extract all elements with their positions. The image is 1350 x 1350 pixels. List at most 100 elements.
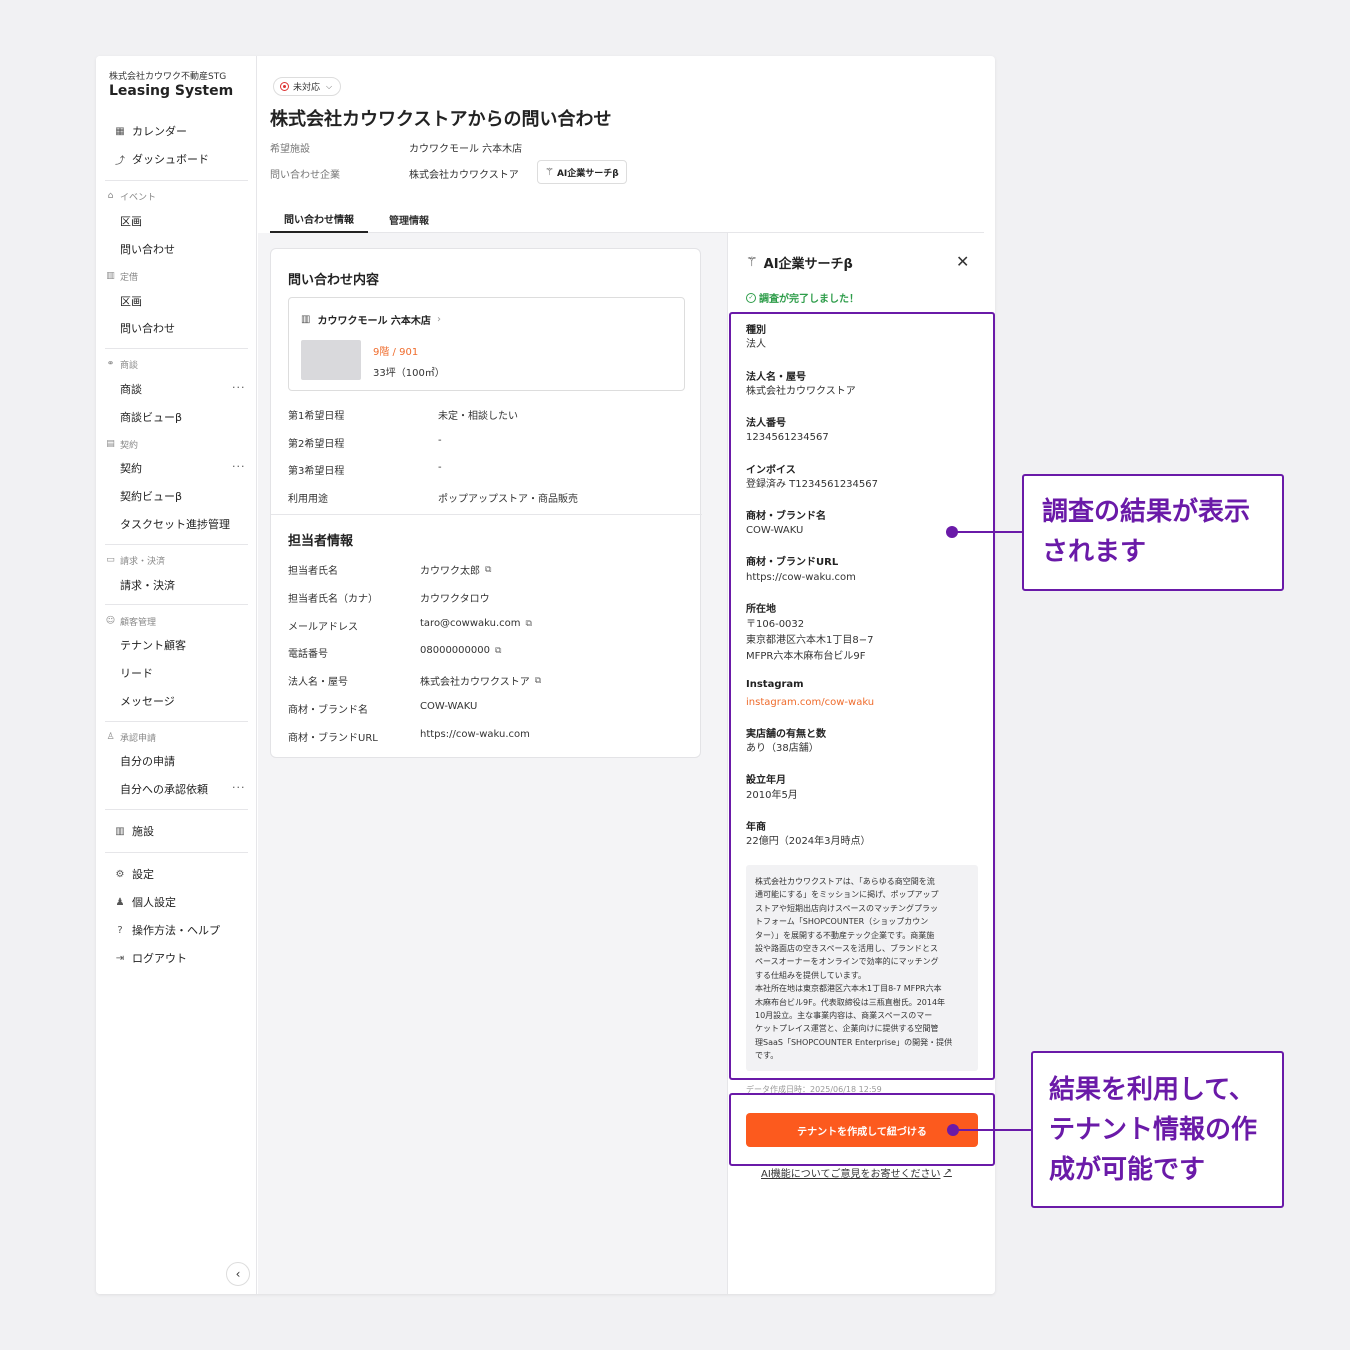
sidebar-item-calendar[interactable]: ▦ カレンダー [114, 120, 187, 142]
property-link[interactable]: ▥ カウワクモール 六本木店 › [301, 312, 441, 327]
sidebar-item-contract-view[interactable]: 契約ビューβ [120, 485, 182, 507]
sidebar-item-fixed-section[interactable]: 区画 [120, 290, 142, 312]
row-value: https://cow-waku.com [420, 729, 530, 740]
sidebar-item-message[interactable]: メッセージ [120, 690, 175, 712]
sidebar-item-facility[interactable]: ▥ 施設 [114, 820, 154, 842]
tab-inquiry-info[interactable]: 問い合わせ情報 [270, 206, 368, 233]
more-icon[interactable]: ··· [232, 381, 246, 394]
property-floor: 9階 / 901 [373, 347, 419, 358]
copy-icon[interactable]: ⧉ [495, 646, 501, 656]
magic-wand-icon: ⚚ [545, 166, 554, 178]
sidebar-item-logout[interactable]: ⇥ ログアウト [114, 947, 187, 969]
divider [105, 180, 248, 181]
row-value: 株式会社カウワクストア ⧉ [420, 675, 542, 689]
copy-icon[interactable]: ⧉ [535, 676, 541, 686]
inquiry-card: 問い合わせ内容 ▥ カウワクモール 六本木店 › 9階 / 901 33坪（10… [270, 248, 702, 758]
sidebar-item-event-section[interactable]: 区画 [120, 210, 142, 232]
section-customer: ☺ 顧客管理 [105, 616, 157, 628]
row-label: 商材・ブランド名 [288, 705, 368, 716]
row-value: - [438, 435, 442, 446]
sidebar-item-label: 操作方法・ヘルプ [132, 924, 220, 937]
feedback-link[interactable]: AI機能についてご意見をお寄せください ↗ [761, 1165, 952, 1180]
help-icon: ? [117, 924, 123, 936]
connector-line [953, 1129, 1031, 1131]
external-link-icon: ↗ [943, 1167, 952, 1178]
sidebar-item-lead[interactable]: リード [120, 662, 153, 684]
gear-icon: ⚙ [115, 868, 125, 880]
row-value: カウワク太郎 ⧉ [420, 564, 492, 578]
sidebar-item-contract[interactable]: 契約 [120, 457, 142, 479]
section-billing: ▭ 請求・決済 [106, 555, 166, 567]
sidebar-item-billing[interactable]: 請求・決済 [120, 574, 175, 596]
sidebar-item-label: カレンダー [132, 125, 187, 138]
sidebar-item-settings[interactable]: ⚙ 設定 [114, 863, 154, 885]
sidebar-item-deal-view[interactable]: 商談ビューβ [120, 406, 182, 428]
row-label: メールアドレス [288, 622, 358, 633]
calendar-icon: ▦ [115, 125, 125, 137]
facility-label: 希望施設 [270, 144, 310, 155]
stamp-icon: ♙ [106, 732, 115, 742]
row-value: taro@cowwaku.com ⧉ [420, 618, 532, 629]
sidebar-item-tenant[interactable]: テナント顧客 [120, 634, 186, 656]
sidebar-item-fixed-inquiry[interactable]: 問い合わせ [120, 317, 175, 339]
copy-icon[interactable]: ⧉ [485, 565, 491, 575]
divider [105, 721, 248, 722]
sidebar-item-label: 設定 [132, 868, 154, 881]
chevron-down-icon: ⌵ [326, 81, 333, 91]
card-icon: ▭ [106, 555, 115, 565]
collapse-sidebar-button[interactable]: ‹ [226, 1262, 250, 1286]
divider [271, 514, 702, 515]
chart-icon: ⤴ [115, 155, 125, 167]
tab-bar: 問い合わせ情報 管理情報 [270, 206, 984, 233]
row-value: 08000000000 ⧉ [420, 645, 502, 656]
divider [105, 604, 248, 605]
section-fixed: ▥ 定借 [106, 271, 139, 283]
section-approval: ♙ 承認申請 [106, 732, 157, 744]
ai-search-button[interactable]: ⚚ AI企業サーチβ [537, 160, 627, 184]
more-icon[interactable]: ··· [232, 781, 246, 794]
close-icon[interactable]: ✕ [956, 252, 969, 271]
copy-icon[interactable]: ⧉ [526, 619, 532, 629]
sidebar-item-deal[interactable]: 商談 [120, 378, 142, 400]
sidebar-item-dashboard[interactable]: ⤴ ダッシュボード [114, 148, 209, 170]
company-label: 問い合わせ企業 [270, 170, 340, 181]
facility-value: カウワクモール 六本木店 [409, 144, 523, 155]
callout-create-tenant: 結果を利用して、 テナント情報の作 成が可能です [1031, 1051, 1284, 1208]
inquiry-heading: 問い合わせ内容 [288, 273, 380, 288]
divider [105, 348, 248, 349]
sidebar-item-my-request[interactable]: 自分の申請 [120, 750, 175, 772]
row-label: 第2希望日程 [288, 439, 345, 450]
user-icon: ♟ [115, 896, 125, 908]
property-size: 33坪（100㎡） [373, 368, 445, 379]
connector-dot [947, 1124, 959, 1136]
sidebar-item-label: ログアウト [132, 952, 187, 965]
sidebar-item-approval-to-me[interactable]: 自分への承認依頼 [120, 778, 208, 800]
tab-management-info[interactable]: 管理情報 [378, 206, 440, 233]
row-value: COW-WAKU [420, 701, 478, 712]
sidebar-item-label: 施設 [132, 825, 154, 838]
sidebar-item-help[interactable]: ? 操作方法・ヘルプ [114, 919, 220, 941]
sidebar-item-event-inquiry[interactable]: 問い合わせ [120, 238, 175, 260]
row-label: 利用用途 [288, 494, 328, 505]
org-name: 株式会社カウワク不動産STG [109, 72, 227, 82]
handshake-icon: ⚭ [106, 359, 115, 369]
page-title: 株式会社カウワクストアからの問い合わせ [270, 109, 612, 130]
row-label: 第1希望日程 [288, 411, 345, 422]
row-label: 法人名・屋号 [288, 677, 348, 688]
chevron-left-icon: ‹ [235, 1267, 241, 1281]
magic-wand-icon: ⚚ [746, 255, 758, 270]
property-thumbnail [301, 340, 361, 380]
sidebar-item-personal[interactable]: ♟ 個人設定 [114, 891, 176, 913]
row-label: 電話番号 [288, 649, 328, 660]
more-icon[interactable]: ··· [232, 460, 246, 473]
row-label: 担当者氏名 [288, 566, 338, 577]
connector-dot [946, 526, 958, 538]
sidebar-item-label: ダッシュボード [132, 153, 209, 166]
company-value: 株式会社カウワクストア [409, 170, 519, 181]
results-highlight [729, 312, 995, 1080]
building-icon: ▥ [115, 825, 125, 837]
row-label: 商材・ブランドURL [288, 733, 378, 744]
row-label: 担当者氏名（カナ） [288, 594, 378, 605]
status-dropdown[interactable]: 未対応 ⌵ [273, 77, 342, 96]
sidebar-item-taskset[interactable]: タスクセット進捗管理 [120, 513, 230, 535]
